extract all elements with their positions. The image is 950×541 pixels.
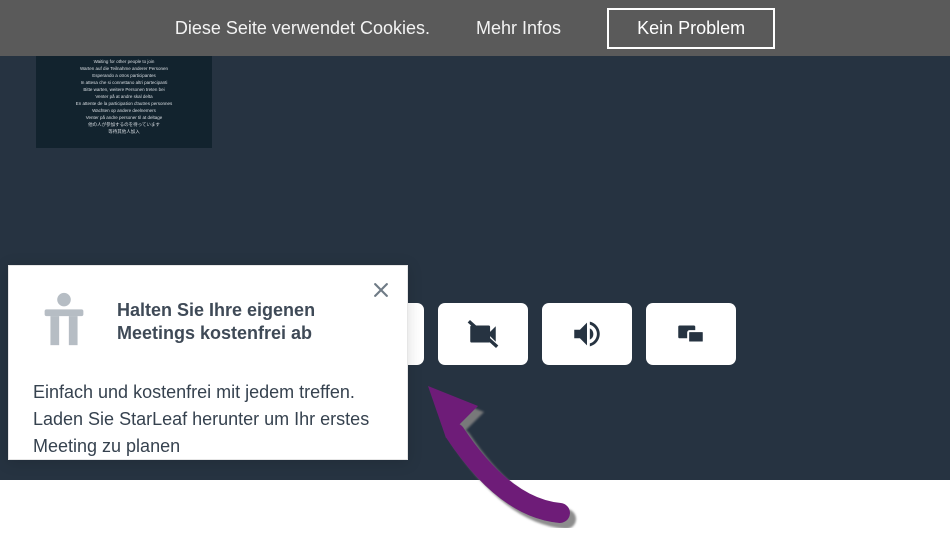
screens-icon	[674, 317, 708, 351]
thumb-line: Wachten op andere deelnemers	[92, 107, 156, 114]
volume-button[interactable]	[542, 303, 632, 365]
thumb-line: Venter på at andre skal delta	[95, 93, 152, 100]
cookie-accept-button[interactable]: Kein Problem	[607, 8, 775, 49]
popup-title: Halten Sie Ihre eigenen Meetings kostenf…	[117, 299, 383, 344]
camera-off-button[interactable]	[438, 303, 528, 365]
thumb-line: In attesa che si connettano altri partec…	[81, 79, 168, 86]
waiting-thumbnail: Waiting for other people to join Warten …	[36, 56, 212, 148]
popup-header: Halten Sie Ihre eigenen Meetings kostenf…	[33, 288, 383, 355]
popup-body: Einfach und kostenfrei mit jedem treffen…	[33, 379, 383, 460]
cookie-text: Diese Seite verwendet Cookies.	[175, 18, 430, 39]
thumb-line: Venter på andre personer til at deltage	[86, 114, 163, 121]
thumb-line: 等待其他人加入	[108, 128, 140, 135]
thumb-line: Waiting for other people to join	[94, 58, 155, 65]
close-button[interactable]	[367, 276, 395, 304]
promo-popup: Halten Sie Ihre eigenen Meetings kostenf…	[8, 265, 408, 460]
thumb-line: 他の人が参加するのを待っています	[88, 121, 160, 128]
thumb-line: Bitte warten, weitere Personen treten be…	[83, 86, 164, 93]
close-icon	[371, 280, 391, 300]
speaker-icon	[570, 317, 604, 351]
cookie-more-link[interactable]: Mehr Infos	[476, 18, 561, 39]
thumb-line: Esperando a otros participantes	[92, 72, 156, 79]
camera-off-icon	[466, 317, 500, 351]
cookie-bar: Diese Seite verwendet Cookies. Mehr Info…	[0, 0, 950, 56]
thumb-line: En attente de la participation d'autres …	[76, 100, 172, 107]
thumb-line: Warten auf die Teilnahme anderer Persone…	[80, 65, 168, 72]
podium-icon	[33, 288, 95, 355]
screen-share-button[interactable]	[646, 303, 736, 365]
